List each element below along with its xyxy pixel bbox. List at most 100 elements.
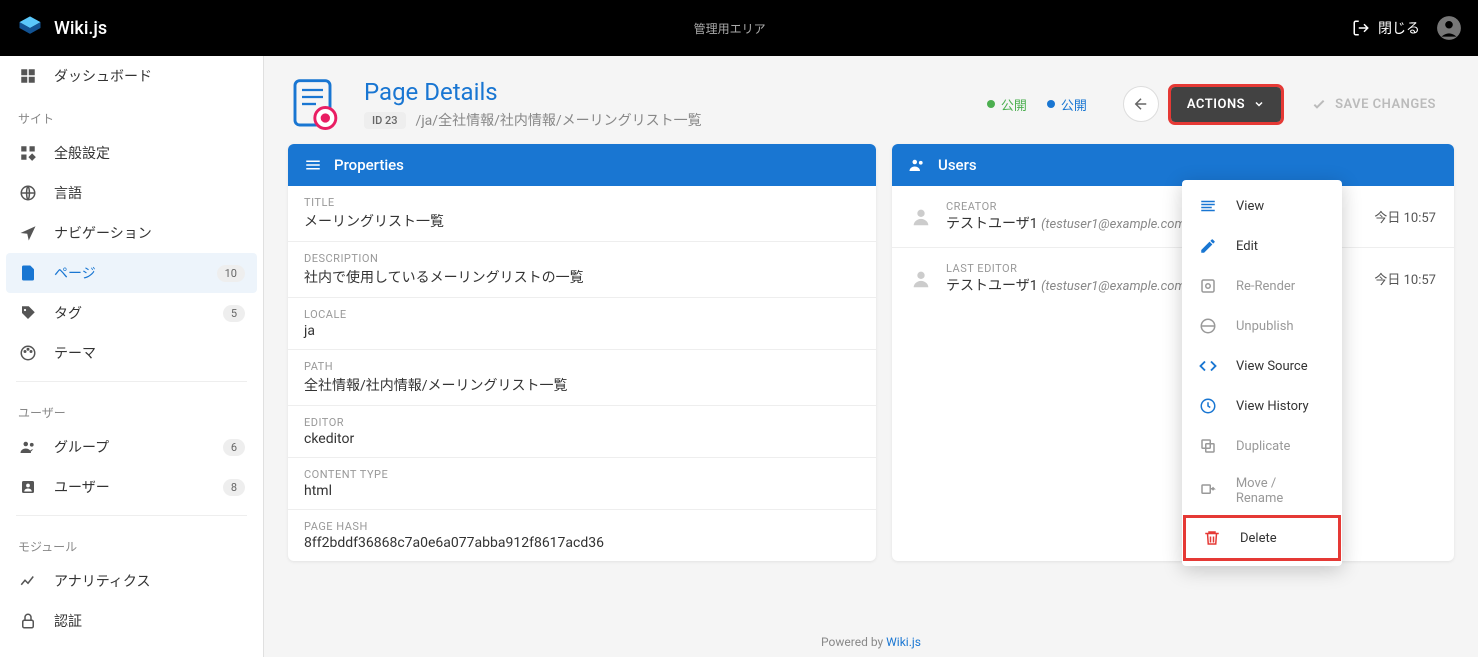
property-row: LOCALE ja [288, 298, 876, 350]
back-button[interactable] [1123, 86, 1159, 122]
sidebar: ダッシュボード サイト 全般設定 言語 ナビゲーション ページ 10 タグ 5 … [0, 56, 264, 657]
menu-item-edit[interactable]: Edit [1182, 226, 1342, 266]
save-changes-button[interactable]: SAVE CHANGES [1293, 86, 1454, 122]
groups-icon [18, 437, 38, 457]
duplicate-icon [1198, 436, 1218, 456]
app-logo[interactable]: Wiki.js [16, 14, 107, 42]
navigation-icon [18, 223, 38, 243]
user-timestamp: 今日 10:57 [1374, 207, 1436, 226]
property-row: DESCRIPTION 社内で使用しているメーリングリストの一覧 [288, 242, 876, 298]
exit-icon [1352, 19, 1370, 37]
users-card: Users CREATORテストユーザ1 (testuser1@example.… [892, 144, 1454, 561]
pages-count-badge: 10 [217, 265, 245, 282]
property-label: PATH [304, 360, 860, 373]
widgets-icon [18, 143, 38, 163]
page-title: Page Details [364, 78, 967, 106]
property-value: ckeditor [304, 431, 860, 447]
sidebar-item-dashboard[interactable]: ダッシュボード [0, 56, 263, 96]
menu-item-history[interactable]: View History [1182, 386, 1342, 426]
property-label: DESCRIPTION [304, 252, 860, 265]
property-label: TITLE [304, 196, 860, 209]
check-icon [1311, 96, 1327, 112]
property-value: 全社情報/社内情報/メーリングリスト一覧 [304, 375, 860, 395]
property-value: ja [304, 323, 860, 339]
user-row: CREATORテストユーザ1 (testuser1@example.com)今日… [892, 186, 1454, 248]
footer-link[interactable]: Wiki.js [886, 635, 921, 649]
property-value: 8ff2bddf36868c7a0e6a077abba912f8617acd36 [304, 535, 860, 551]
move-icon [1198, 481, 1218, 501]
sidebar-item-locale[interactable]: 言語 [0, 173, 263, 213]
topbar: Wiki.js 管理用エリア 閉じる [0, 0, 1478, 56]
chevron-down-icon [1253, 98, 1265, 110]
sidebar-item-pages[interactable]: ページ 10 [6, 253, 257, 293]
menu-item-move[interactable]: Move / Rename [1182, 466, 1342, 516]
history-icon [1198, 396, 1218, 416]
person-icon [910, 206, 932, 228]
unpublish-icon [1198, 316, 1218, 336]
property-row: PAGE HASH8ff2bddf36868c7a0e6a077abba912f… [288, 510, 876, 561]
status-published-green: 公開 [987, 95, 1027, 114]
user-email: (testuser1@example.com) [1041, 279, 1190, 294]
sidebar-group-users: ユーザー [0, 390, 263, 427]
property-label: LOCALE [304, 308, 860, 321]
menu-item-delete[interactable]: Delete [1186, 518, 1338, 558]
sidebar-item-groups[interactable]: グループ 6 [0, 427, 263, 467]
sidebar-item-theme[interactable]: テーマ [0, 333, 263, 373]
page-path: /ja/全社情報/社内情報/メーリングリスト一覧 [416, 110, 702, 130]
lock-icon [18, 611, 38, 631]
delete-icon [1202, 528, 1222, 548]
page-icon [18, 263, 38, 283]
sidebar-item-auth[interactable]: 認証 [0, 601, 263, 641]
property-value: 社内で使用しているメーリングリストの一覧 [304, 267, 860, 287]
menu-item-view[interactable]: View [1182, 186, 1342, 226]
actions-button[interactable]: ACTIONS [1171, 87, 1281, 122]
view-icon [1198, 196, 1218, 216]
users-count-badge: 8 [223, 479, 245, 496]
globe-icon [18, 183, 38, 203]
sidebar-item-navigation[interactable]: ナビゲーション [0, 213, 263, 253]
property-row: CONTENT TYPEhtml [288, 458, 876, 510]
menu-item-source[interactable]: View Source [1182, 346, 1342, 386]
user-icon [18, 477, 38, 497]
app-name: Wiki.js [54, 18, 107, 39]
topbar-center-label: 管理用エリア [107, 20, 1352, 37]
footer: Powered by Wiki.js [264, 627, 1478, 657]
properties-header: Properties [288, 144, 876, 186]
actions-menu: View Edit Re-Render Unpublish View Sourc… [1182, 180, 1342, 566]
close-button[interactable]: 閉じる [1352, 18, 1420, 38]
properties-card: Properties TITLEメーリングリスト一覧DESCRIPTION社内で… [288, 144, 876, 561]
users-icon [908, 156, 926, 174]
property-row: EDITOR ckeditor [288, 406, 876, 458]
logo-icon [16, 14, 44, 42]
edit-icon [1198, 236, 1218, 256]
page-details-icon [288, 76, 344, 132]
sidebar-item-tags[interactable]: タグ 5 [0, 293, 263, 333]
groups-count-badge: 6 [223, 439, 245, 456]
user-row: LAST EDITORテストユーザ1 (testuser1@example.co… [892, 248, 1454, 309]
page-id-chip: ID 23 [364, 112, 406, 129]
arrow-left-icon [1132, 95, 1150, 113]
sidebar-item-users[interactable]: ユーザー 8 [0, 467, 263, 507]
sidebar-group-site: サイト [0, 96, 263, 133]
rerender-icon [1198, 276, 1218, 296]
users-header: Users [892, 144, 1454, 186]
account-icon[interactable] [1436, 15, 1462, 41]
property-row: PATH 全社情報/社内情報/メーリングリスト一覧 [288, 350, 876, 406]
palette-icon [18, 343, 38, 363]
tags-count-badge: 5 [223, 305, 245, 322]
menu-item-unpublish[interactable]: Unpublish [1182, 306, 1342, 346]
menu-item-duplicate[interactable]: Duplicate [1182, 426, 1342, 466]
property-label: EDITOR [304, 416, 860, 429]
menu-item-rerender[interactable]: Re-Render [1182, 266, 1342, 306]
sidebar-item-analytics[interactable]: アナリティクス [0, 561, 263, 601]
code-icon [1198, 356, 1218, 376]
dashboard-icon [18, 66, 38, 86]
page-header: Page Details ID 23 /ja/全社情報/社内情報/メーリングリス… [264, 56, 1478, 144]
sidebar-group-modules: モジュール [0, 524, 263, 561]
sidebar-item-general[interactable]: 全般設定 [0, 133, 263, 173]
tag-icon [18, 303, 38, 323]
main-content: Page Details ID 23 /ja/全社情報/社内情報/メーリングリス… [264, 56, 1478, 657]
property-value: html [304, 483, 860, 499]
user-timestamp: 今日 10:57 [1374, 269, 1436, 288]
user-email: (testuser1@example.com) [1041, 217, 1190, 232]
